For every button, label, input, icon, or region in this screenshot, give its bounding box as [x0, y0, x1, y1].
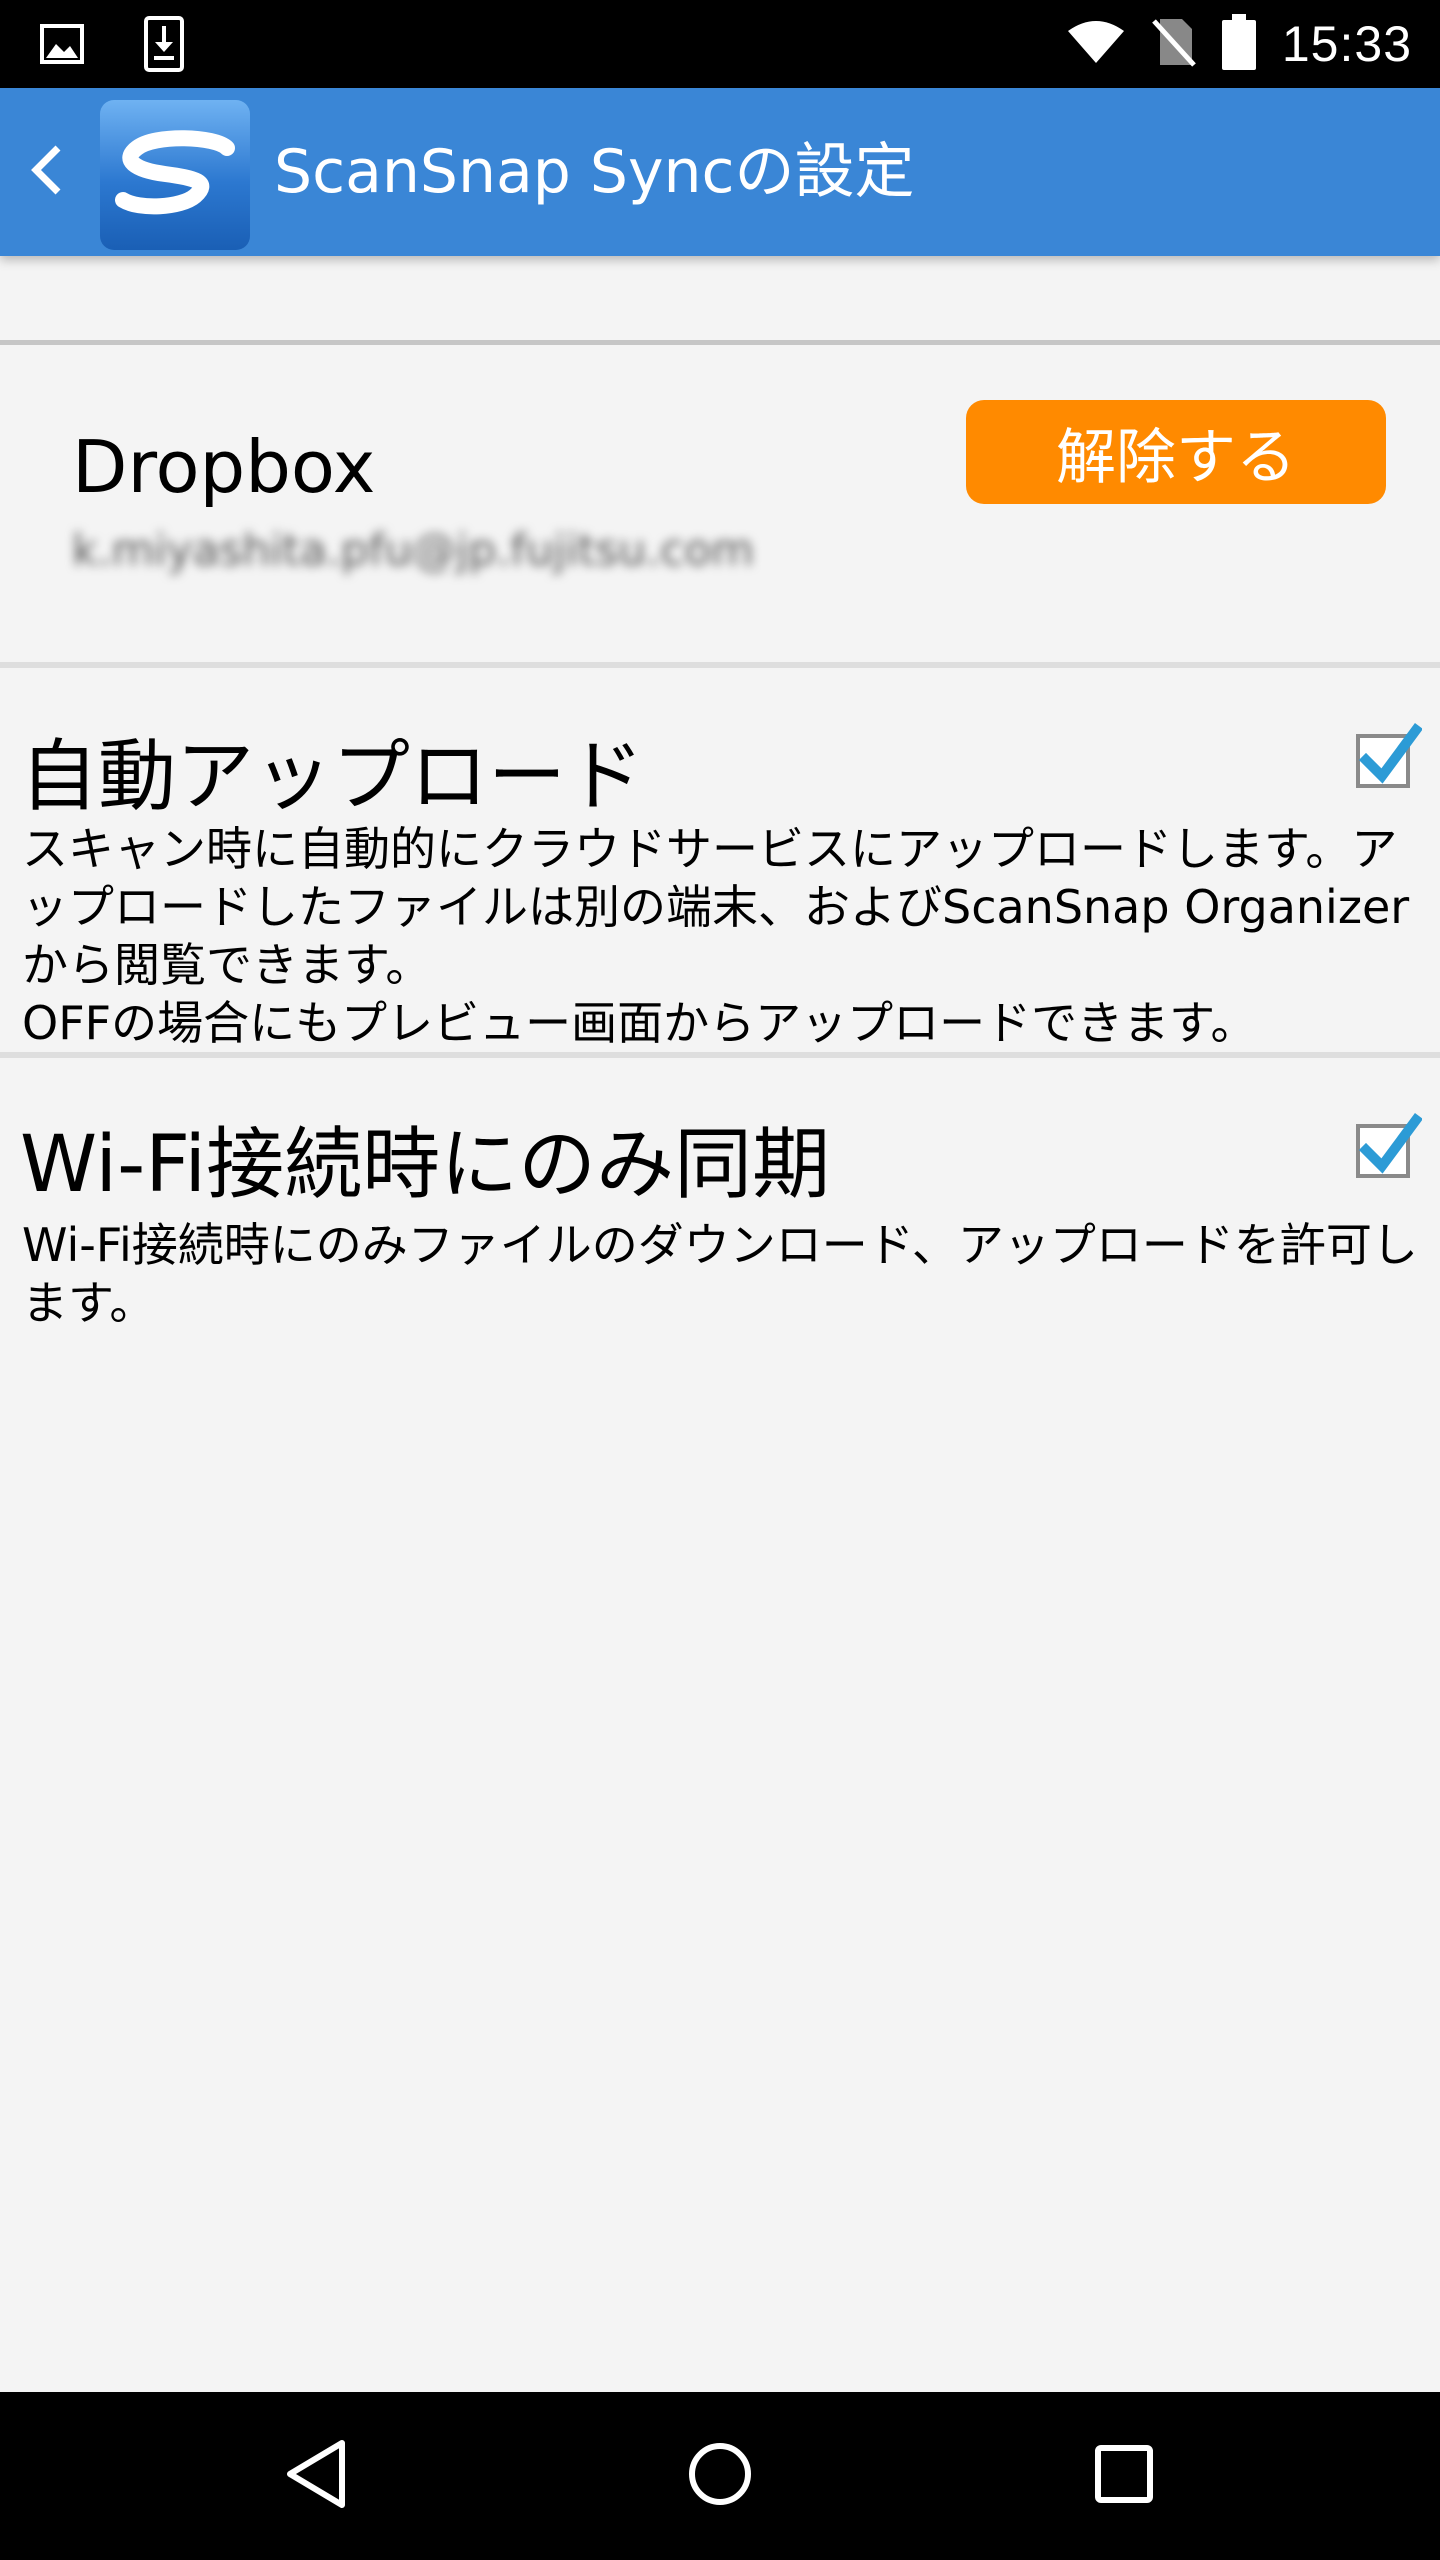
- unlink-button[interactable]: 解除する: [966, 400, 1386, 504]
- account-section: Dropbox k.miyashita.pfu@jp.fujitsu.com 解…: [0, 345, 1440, 665]
- setting-title: Wi-Fi接続時にのみ同期: [20, 1120, 831, 1210]
- wifi-only-sync-setting[interactable]: Wi-Fi接続時にのみ同期 Wi-Fi接続時にのみファイルのダウンロード、アップ…: [0, 1058, 1440, 1358]
- status-right-icons: 15:33: [1066, 0, 1412, 88]
- check-icon: [1358, 1113, 1422, 1174]
- setting-description: Wi-Fi接続時にのみファイルのダウンロード、アップロードを許可します。: [22, 1218, 1418, 1330]
- chevron-left-icon: [28, 142, 64, 202]
- nav-home-button[interactable]: [670, 2426, 770, 2526]
- image-icon: [40, 24, 84, 68]
- account-email: k.miyashita.pfu@jp.fujitsu.com: [72, 525, 755, 576]
- status-left-icons: [40, 16, 184, 76]
- status-bar: 15:33: [0, 0, 1440, 88]
- home-circle-icon: [687, 2441, 753, 2511]
- app-bar: ScanSnap Syncの設定: [0, 88, 1440, 256]
- setting-description: スキャン時に自動的にクラウドサービスにアップロードします。アップロードしたファイ…: [22, 822, 1410, 1050]
- back-button[interactable]: [16, 132, 76, 212]
- recents-square-icon: [1094, 2444, 1154, 2508]
- navigation-bar: [0, 2392, 1440, 2560]
- page-title: ScanSnap Syncの設定: [274, 137, 915, 207]
- wifi-icon: [1066, 19, 1126, 69]
- download-icon: [144, 16, 184, 76]
- check-icon: [1358, 723, 1422, 784]
- no-sim-icon: [1152, 17, 1196, 71]
- nav-back-button[interactable]: [266, 2426, 366, 2526]
- battery-icon: [1221, 14, 1256, 74]
- setting-title: 自動アップロード: [20, 732, 645, 822]
- auto-upload-setting[interactable]: 自動アップロード スキャン時に自動的にクラウドサービスにアップロードします。アッ…: [0, 668, 1440, 1052]
- nav-recents-button[interactable]: [1074, 2426, 1174, 2526]
- wifi-only-sync-checkbox[interactable]: [1356, 1113, 1422, 1178]
- status-time: 15:33: [1281, 16, 1412, 72]
- cloud-service-name: Dropbox: [72, 425, 376, 509]
- scansnap-logo-icon: [100, 100, 250, 250]
- back-triangle-icon: [284, 2439, 348, 2513]
- auto-upload-checkbox[interactable]: [1356, 723, 1422, 788]
